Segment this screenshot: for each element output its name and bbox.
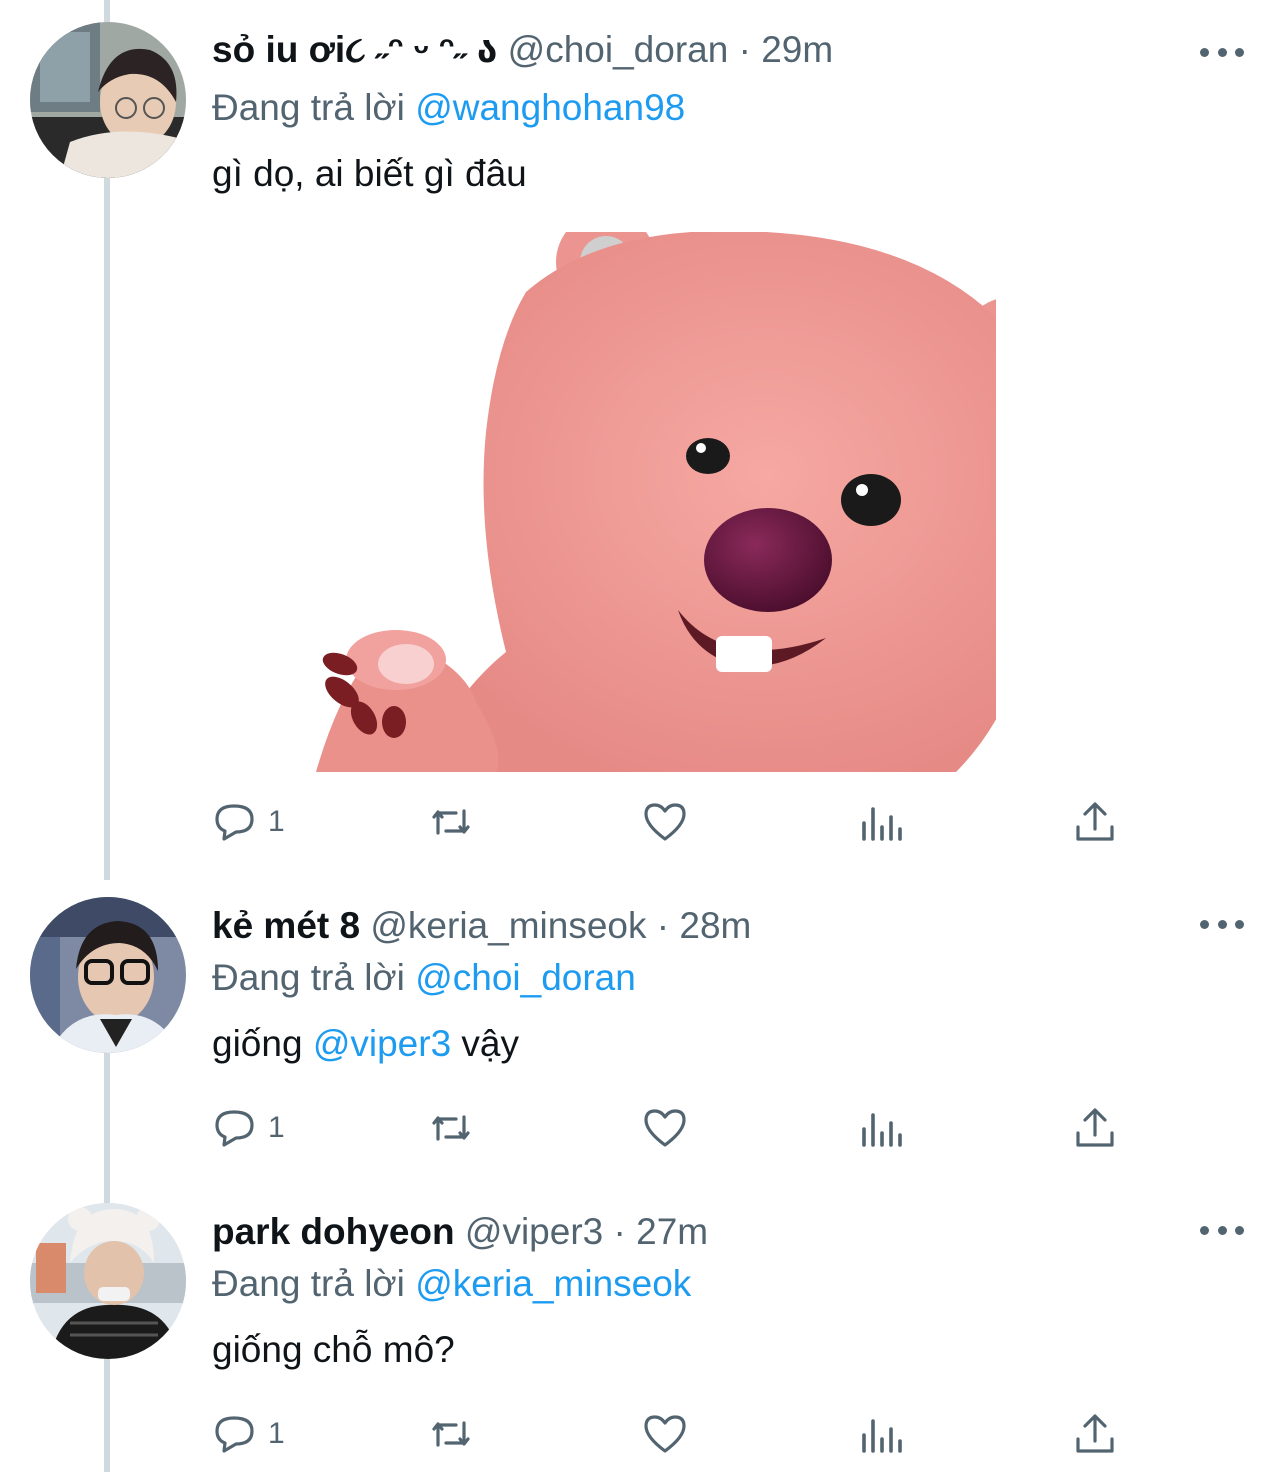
views-icon xyxy=(862,807,902,841)
retweet-icon xyxy=(432,1421,470,1447)
views-button[interactable] xyxy=(858,1404,904,1464)
tweet-header: park dohyeon @viper3 · 27m xyxy=(212,1206,708,1258)
retweet-button[interactable] xyxy=(428,1404,474,1464)
tweet-image[interactable] xyxy=(306,232,996,772)
separator: · xyxy=(613,1211,626,1252)
text-segment: vậy xyxy=(451,1023,520,1064)
timestamp[interactable]: 29m xyxy=(761,29,833,70)
avatar[interactable] xyxy=(30,1203,186,1359)
reply-label: Đang trả lời xyxy=(212,1263,405,1304)
timestamp[interactable]: 28m xyxy=(679,905,751,946)
share-button[interactable] xyxy=(1072,1098,1118,1158)
avatar[interactable] xyxy=(30,897,186,1053)
retweet-button[interactable] xyxy=(428,792,474,852)
reply-icon xyxy=(215,1416,254,1453)
reply-context: Đang trả lời @choi_doran xyxy=(212,952,636,1004)
reply-icon xyxy=(215,1110,254,1147)
retweet-icon xyxy=(432,809,470,835)
more-icon[interactable] xyxy=(1200,32,1244,72)
tweet-text: giống chỗ mô? xyxy=(212,1329,455,1370)
like-icon xyxy=(644,1109,686,1147)
tweet-text: giống @viper3 vậy xyxy=(212,1018,519,1070)
reply-context: Đang trả lời @wanghohan98 xyxy=(212,82,685,134)
views-icon xyxy=(862,1113,902,1147)
reply-icon xyxy=(215,804,254,841)
like-button[interactable] xyxy=(642,1098,688,1158)
reply-context: Đang trả lời @keria_minseok xyxy=(212,1258,691,1310)
tweet-header: kẻ mét 8 @keria_minseok · 28m xyxy=(212,900,751,952)
display-name[interactable]: park dohyeon xyxy=(212,1211,455,1252)
reply-count: 1 xyxy=(268,1417,285,1450)
tweet-actions: 1 xyxy=(212,1098,1132,1158)
like-icon xyxy=(644,1415,686,1453)
share-button[interactable] xyxy=(1072,1404,1118,1464)
reply-mention[interactable]: @choi_doran xyxy=(415,957,636,998)
display-name[interactable]: sỏ iu ơi૮ ˶ᵔ ᵕ ᵔ˶ ა xyxy=(212,29,497,70)
retweet-button[interactable] xyxy=(428,1098,474,1158)
text-mention[interactable]: @viper3 xyxy=(313,1023,451,1064)
tweet-actions: 1 xyxy=(212,792,1132,852)
views-button[interactable] xyxy=(858,1098,904,1158)
separator: · xyxy=(738,29,751,70)
reply-button[interactable]: 1 xyxy=(212,1404,285,1464)
reply-button[interactable]: 1 xyxy=(212,1098,285,1158)
reply-label: Đang trả lời xyxy=(212,957,405,998)
tweet-actions: 1 xyxy=(212,1404,1132,1464)
tweet-text: gì dọ, ai biết gì đâu xyxy=(212,153,527,194)
more-icon[interactable] xyxy=(1200,904,1244,944)
display-name[interactable]: kẻ mét 8 xyxy=(212,905,360,946)
like-button[interactable] xyxy=(642,792,688,852)
share-icon xyxy=(1076,1108,1114,1147)
like-icon xyxy=(644,803,686,841)
reply-button[interactable]: 1 xyxy=(212,792,285,852)
handle[interactable]: @viper3 xyxy=(465,1211,603,1252)
views-button[interactable] xyxy=(858,792,904,852)
handle[interactable]: @keria_minseok xyxy=(370,905,646,946)
share-icon xyxy=(1076,1414,1114,1453)
retweet-icon xyxy=(432,1115,470,1141)
views-icon xyxy=(862,1419,902,1453)
text-segment: giống xyxy=(212,1023,313,1064)
tweet-header: sỏ iu ơi૮ ˶ᵔ ᵕ ᵔ˶ ა @choi_doran · 29m xyxy=(212,24,833,76)
timestamp[interactable]: 27m xyxy=(636,1211,708,1252)
reply-count: 1 xyxy=(268,1111,285,1144)
more-icon[interactable] xyxy=(1200,1210,1244,1250)
reply-label: Đang trả lời xyxy=(212,87,405,128)
share-button[interactable] xyxy=(1072,792,1118,852)
reply-count: 1 xyxy=(268,805,285,838)
reply-mention[interactable]: @keria_minseok xyxy=(415,1263,691,1304)
reply-mention[interactable]: @wanghohan98 xyxy=(415,87,685,128)
share-icon xyxy=(1076,802,1114,841)
separator: · xyxy=(656,905,670,946)
handle[interactable]: @choi_doran xyxy=(508,29,729,70)
like-button[interactable] xyxy=(642,1404,688,1464)
avatar[interactable] xyxy=(30,22,186,178)
